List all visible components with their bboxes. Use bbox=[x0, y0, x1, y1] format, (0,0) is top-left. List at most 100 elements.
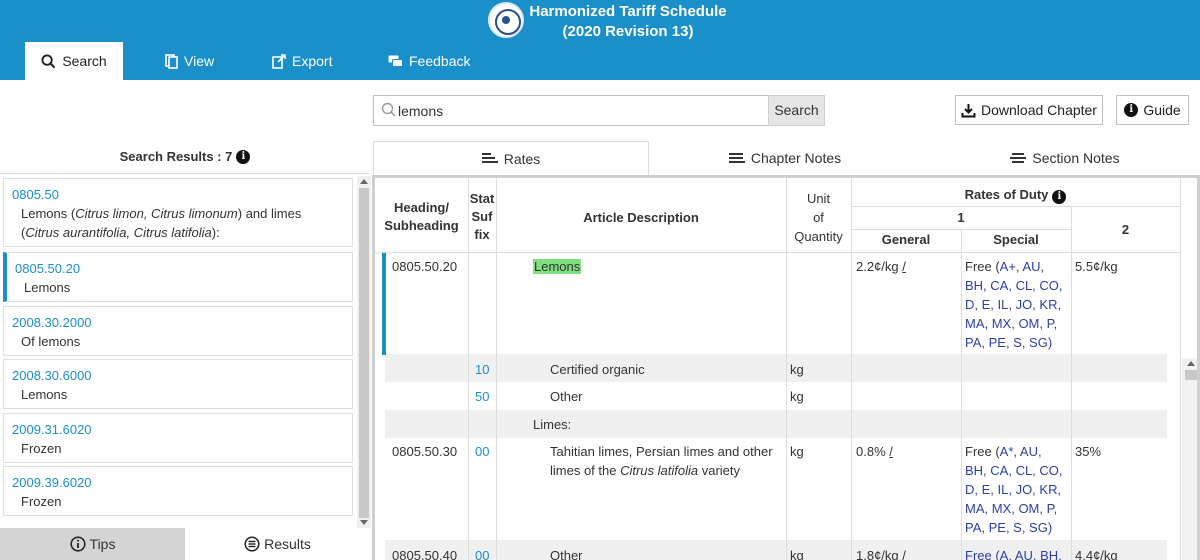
tab-tips[interactable]: Tips bbox=[0, 528, 185, 560]
unit-of-quantity-header: Unit of Quantity bbox=[794, 191, 843, 244]
guide-label: Guide bbox=[1143, 102, 1181, 118]
tab-view-label: View bbox=[184, 53, 215, 69]
special-program-links[interactable]: A*, AU, bbox=[1000, 444, 1042, 459]
table-cell-special: Free (A+, AU, BH, CA, CL, CO, D, E, IL, … bbox=[965, 259, 1063, 352]
scrollbar-thumb[interactable] bbox=[359, 188, 369, 518]
tab-feedback[interactable]: Feedback bbox=[388, 42, 478, 80]
tab-export-label: Export bbox=[292, 53, 333, 69]
result-description: Frozen bbox=[21, 494, 62, 509]
search-results-count: Search Results : 7 bbox=[119, 149, 233, 164]
special-program-links[interactable]: BH, CA, CL, CO, bbox=[965, 461, 1063, 480]
result-item-selected[interactable]: 0805.50.20 Lemons bbox=[3, 252, 353, 302]
table-cell-col2: 4.4¢/kg bbox=[1075, 548, 1118, 560]
special-program-links[interactable]: BH, CA, CL, CO, bbox=[965, 276, 1063, 295]
result-item[interactable]: 2008.30.6000 Lemons bbox=[3, 359, 353, 409]
special-program-links[interactable]: PA, PE, S, SG) bbox=[965, 333, 1063, 352]
article-description-header: Article Description bbox=[583, 210, 699, 225]
special-program-links[interactable]: MA, MX, OM, P, bbox=[965, 314, 1063, 333]
info-icon[interactable]: i bbox=[236, 149, 251, 164]
table-scrollbar[interactable] bbox=[1182, 358, 1197, 560]
special-header: Special bbox=[993, 232, 1039, 247]
footnote-link[interactable]: / bbox=[889, 444, 893, 459]
result-item[interactable]: 2009.31.6020 Frozen bbox=[3, 413, 353, 463]
heading-subheading-header: Heading/Subheading bbox=[384, 200, 459, 233]
tab-rates-label: Rates bbox=[503, 150, 541, 167]
list-icon bbox=[244, 536, 260, 552]
usitc-seal-logo bbox=[488, 2, 524, 38]
table-cell-heading: 0805.50.20 bbox=[392, 259, 458, 274]
result-item[interactable]: 2009.39.6020 Frozen bbox=[3, 466, 353, 516]
table-cell-special: Free (A*, AU, BH, CA, CL, CO, D, E, IL, … bbox=[965, 444, 1063, 537]
table-cell-suffix[interactable]: 00 bbox=[475, 442, 489, 461]
info-icon[interactable]: i bbox=[1052, 190, 1067, 204]
result-code[interactable]: 2009.39.6020 bbox=[12, 473, 344, 492]
search-box: Search bbox=[373, 95, 825, 126]
table-cell-unit: kg bbox=[790, 389, 804, 404]
app-title: Harmonized Tariff Schedule (2020 Revisio… bbox=[528, 2, 728, 42]
table-cell-description: Tahitian limes, Persian limes and other … bbox=[550, 444, 773, 478]
special-program-links[interactable]: D, E, IL, JO, KR, bbox=[965, 295, 1063, 314]
table-cell-general: 0.8% / bbox=[856, 444, 893, 459]
tab-section-notes-label: Section Notes bbox=[1032, 150, 1120, 166]
table-cell-special[interactable]: Free (A, AU, BH, bbox=[965, 546, 1062, 560]
table-cell-description: Other bbox=[550, 389, 583, 404]
tab-rates[interactable]: Rates bbox=[373, 141, 649, 175]
chat-icon bbox=[388, 55, 403, 67]
app-header: Harmonized Tariff Schedule (2020 Revisio… bbox=[0, 0, 1200, 80]
table-cell-unit: kg bbox=[790, 362, 804, 377]
search-input[interactable] bbox=[398, 99, 758, 123]
scroll-up-arrow[interactable] bbox=[360, 179, 368, 184]
tab-section-notes[interactable]: Section Notes bbox=[980, 141, 1150, 175]
tab-feedback-label: Feedback bbox=[409, 53, 471, 69]
download-chapter-button[interactable]: Download Chapter bbox=[955, 95, 1103, 125]
special-program-links[interactable]: MA, MX, OM, P, bbox=[965, 499, 1063, 518]
special-program-links[interactable]: D, E, IL, JO, KR, bbox=[965, 480, 1063, 499]
section-notes-lines-icon bbox=[1010, 152, 1027, 164]
result-code[interactable]: 2009.31.6020 bbox=[12, 420, 344, 439]
column-1-header: 1 bbox=[957, 210, 965, 225]
app-title-line1: Harmonized Tariff Schedule bbox=[529, 3, 727, 20]
scroll-down-arrow[interactable] bbox=[360, 520, 368, 525]
table-cell-heading: 0805.50.40 bbox=[392, 548, 458, 560]
special-program-links[interactable]: PA, PE, S, SG) bbox=[965, 518, 1063, 537]
tab-view[interactable]: View bbox=[165, 42, 235, 80]
table-cell-general: 2.2¢/kg / bbox=[856, 259, 906, 274]
export-icon bbox=[272, 53, 286, 69]
general-header: General bbox=[881, 232, 931, 247]
result-item[interactable]: 2008.30.2000 Of lemons bbox=[3, 306, 353, 356]
results-scrollbar[interactable] bbox=[357, 176, 371, 528]
tab-chapter-notes[interactable]: Chapter Notes bbox=[700, 141, 870, 175]
guide-button[interactable]: i Guide bbox=[1116, 95, 1189, 125]
tab-search[interactable]: Search bbox=[25, 42, 123, 80]
table-cell-general: 1.8¢/kg / bbox=[856, 548, 906, 560]
scrollbar-thumb[interactable] bbox=[1185, 370, 1197, 380]
sidebar-bottom-tabs: Tips Results bbox=[0, 528, 370, 560]
footnote-link[interactable]: / bbox=[902, 259, 906, 274]
rates-lines-icon bbox=[481, 153, 498, 164]
table-cell-description: Certified organic bbox=[550, 362, 645, 377]
search-button[interactable]: Search bbox=[768, 95, 825, 126]
scroll-up-arrow[interactable] bbox=[1187, 361, 1195, 366]
stat-suffix-header: Stat Suf fix bbox=[469, 191, 495, 242]
table-cell-suffix[interactable]: 50 bbox=[475, 387, 489, 406]
table-cell-description: Lemons bbox=[533, 257, 582, 276]
special-program-links[interactable]: A+, AU, bbox=[1000, 259, 1044, 274]
row-bg bbox=[385, 354, 1167, 382]
table-cell-suffix[interactable]: 10 bbox=[475, 360, 489, 379]
rates-of-duty-header: Rates of Duty i bbox=[851, 186, 1180, 204]
tab-export[interactable]: Export bbox=[272, 42, 352, 80]
selected-row-marker bbox=[382, 253, 386, 355]
result-code[interactable]: 0805.50 bbox=[12, 185, 344, 204]
search-results-list: 0805.50 Lemons (Citrus limon, Citrus lim… bbox=[0, 176, 357, 526]
table-cell-description: Other bbox=[550, 548, 583, 560]
result-code[interactable]: 0805.50.20 bbox=[15, 259, 344, 278]
tab-results-label: Results bbox=[264, 536, 311, 552]
result-item[interactable]: 0805.50 Lemons (Citrus limon, Citrus lim… bbox=[3, 178, 353, 247]
table-cell-suffix[interactable]: 00 bbox=[475, 546, 489, 560]
table-cell-col2: 5.5¢/kg bbox=[1075, 259, 1118, 274]
result-code[interactable]: 2008.30.2000 bbox=[12, 313, 344, 332]
tab-results[interactable]: Results bbox=[185, 528, 370, 560]
row-bg bbox=[385, 410, 1167, 438]
table-cell-description: Limes: bbox=[533, 417, 572, 432]
result-code[interactable]: 2008.30.6000 bbox=[12, 366, 344, 385]
